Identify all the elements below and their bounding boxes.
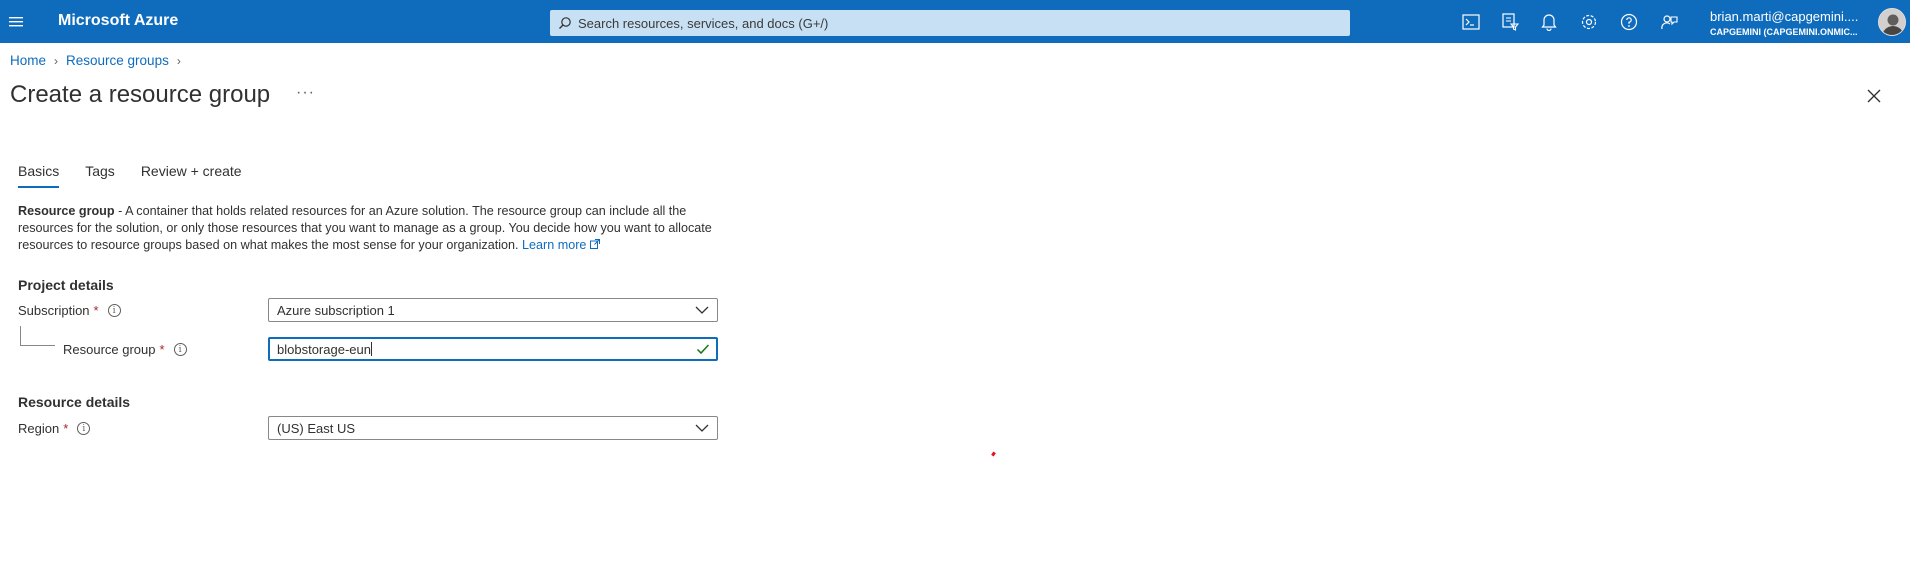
global-search[interactable] [550, 10, 1350, 36]
brand-title[interactable]: Microsoft Azure [58, 12, 178, 30]
description-text: - A container that holds related resourc… [18, 204, 712, 252]
menu-icon[interactable] [4, 9, 30, 35]
region-label: Region * i [18, 421, 91, 436]
learn-more-label: Learn more [522, 238, 587, 252]
account-info[interactable]: brian.marti@capgemini.... CAPGEMINI (CAP… [1710, 9, 1870, 37]
tab-basics[interactable]: Basics [18, 163, 60, 188]
top-bar: Microsoft Azure brian.marti@capgemini...… [0, 0, 1910, 43]
chevron-down-icon [695, 306, 709, 314]
settings-icon[interactable] [1576, 9, 1602, 35]
user-directory: CAPGEMINI (CAPGEMINI.ONMIC... [1710, 27, 1858, 37]
avatar[interactable] [1878, 8, 1906, 36]
project-details-heading: Project details [18, 277, 114, 293]
mouse-pointer-mark [991, 451, 996, 457]
info-icon[interactable]: i [107, 304, 121, 317]
region-select[interactable]: (US) East US [268, 416, 718, 440]
search-input[interactable] [578, 15, 1338, 31]
page-title: Create a resource group [10, 81, 271, 108]
breadcrumb-resource-groups[interactable]: Resource groups [66, 53, 169, 68]
search-icon [559, 17, 571, 29]
chevron-down-icon [695, 424, 709, 432]
description-term: Resource group [18, 204, 115, 218]
close-icon[interactable] [1862, 84, 1886, 108]
subscription-label-text: Subscription [18, 303, 90, 318]
subscription-label: Subscription * i [18, 303, 121, 318]
required-marker: * [159, 342, 165, 357]
resource-group-label-text: Resource group [63, 342, 156, 357]
resource-details-heading: Resource details [18, 394, 131, 410]
resource-group-label: Resource group * i [63, 342, 187, 357]
subscription-value: Azure subscription 1 [277, 302, 395, 318]
tab-bar: Basics Tags Review + create [18, 163, 268, 188]
info-icon[interactable]: i [173, 343, 187, 356]
directory-filter-icon[interactable] [1497, 9, 1523, 35]
region-value: (US) East US [277, 420, 356, 436]
external-link-icon [589, 239, 600, 249]
required-marker: * [93, 303, 99, 318]
more-options-button[interactable]: ··· [296, 84, 315, 102]
feedback-icon[interactable] [1656, 9, 1682, 35]
tree-connector [20, 326, 55, 346]
description: Resource group - A container that holds … [18, 203, 718, 254]
tab-review-create[interactable]: Review + create [141, 163, 242, 188]
breadcrumb: Home › Resource groups › [10, 53, 189, 68]
resource-group-input[interactable]: blobstorage-eun [268, 337, 718, 361]
checkmark-icon [696, 344, 710, 355]
tab-tags[interactable]: Tags [85, 163, 115, 188]
user-name: brian.marti@capgemini.... [1710, 9, 1859, 24]
text-cursor [370, 342, 372, 356]
resource-group-value: blobstorage-eun [277, 341, 371, 357]
subscription-select[interactable]: Azure subscription 1 [268, 298, 718, 322]
breadcrumb-home[interactable]: Home [10, 53, 46, 68]
help-icon[interactable] [1616, 9, 1642, 35]
notifications-icon[interactable] [1536, 9, 1562, 35]
chevron-right-icon: › [54, 53, 59, 68]
cloud-shell-icon[interactable] [1458, 9, 1484, 35]
region-label-text: Region [18, 421, 60, 436]
chevron-right-icon: › [176, 53, 181, 68]
learn-more-link[interactable]: Learn more [522, 238, 600, 252]
info-icon[interactable]: i [77, 422, 91, 435]
required-marker: * [63, 421, 69, 436]
